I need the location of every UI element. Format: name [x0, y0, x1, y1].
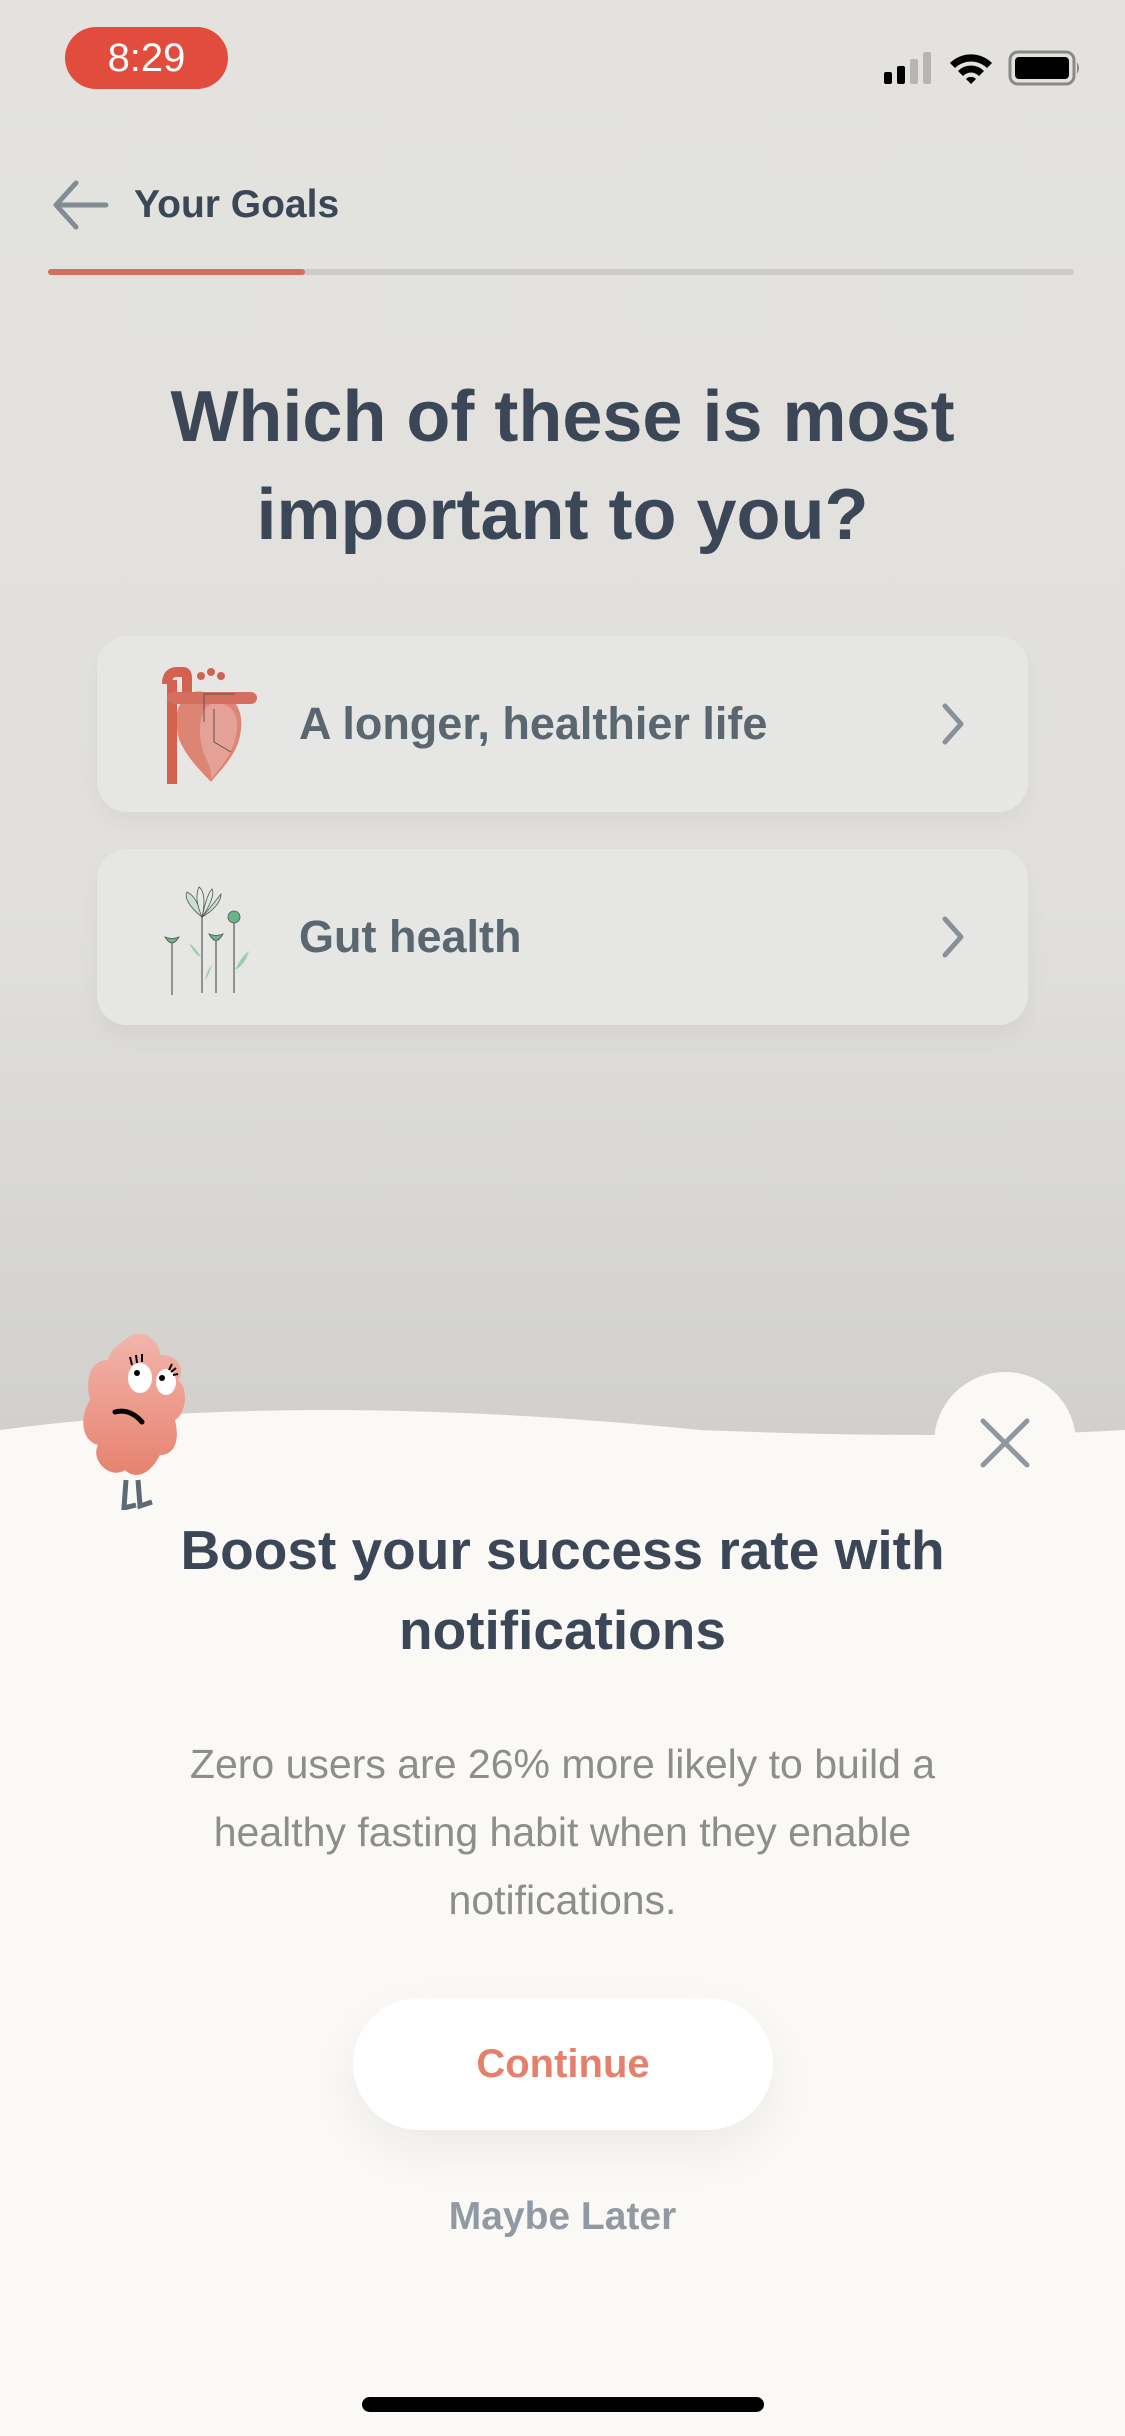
progress-fill [48, 269, 305, 275]
option-label: A longer, healthier life [299, 698, 768, 749]
option-longer-healthier-life[interactable]: A longer, healthier life [97, 636, 1028, 812]
option-label: Gut health [299, 911, 522, 962]
question-line-2: important to you? [256, 475, 869, 555]
heart-anatomy-icon [162, 667, 257, 784]
question-line-1: Which of these is most [170, 377, 955, 457]
page-title: Your Goals [134, 183, 340, 226]
sheet-title-line-2: notifications [399, 1599, 726, 1661]
header-nav: Your Goals [50, 170, 339, 240]
sheet-title-line-1: Boost your success rate with [180, 1519, 945, 1581]
time-text: 8:29 [107, 35, 186, 80]
sheet-description: Zero users are 26% more likely to build … [120, 1730, 1005, 1934]
option-gut-health[interactable]: Gut health [97, 849, 1028, 1025]
close-x-icon [980, 1418, 1030, 1468]
back-button[interactable] [50, 170, 120, 240]
status-icons [882, 50, 1082, 86]
sheet-title: Boost your success rate with notificatio… [0, 1510, 1125, 1670]
question-heading: Which of these is most important to you? [0, 368, 1125, 564]
maybe-later-button[interactable]: Maybe Later [0, 2195, 1125, 2239]
flowers-sprouts-icon [164, 886, 249, 995]
sheet-body-line-1: Zero users are 26% more likely to build … [189, 1741, 936, 1787]
sheet-body-line-2: healthy fasting habit when they enable [213, 1809, 912, 1855]
wifi-icon [950, 54, 992, 84]
battery-icon [1008, 50, 1079, 86]
cellular-signal-icon [884, 52, 931, 84]
close-button[interactable] [934, 1372, 1076, 1514]
continue-button[interactable]: Continue [353, 1998, 773, 2130]
sheet-body-line-3: notifications. [448, 1877, 677, 1923]
worried-blob-mascot [83, 1333, 186, 1510]
progress-bar [48, 269, 1074, 275]
arrow-left-icon [53, 180, 109, 230]
home-indicator[interactable] [362, 2397, 764, 2412]
status-time: 8:29 [65, 27, 228, 89]
chevron-right-icon [942, 916, 964, 958]
chevron-right-icon [942, 703, 964, 745]
